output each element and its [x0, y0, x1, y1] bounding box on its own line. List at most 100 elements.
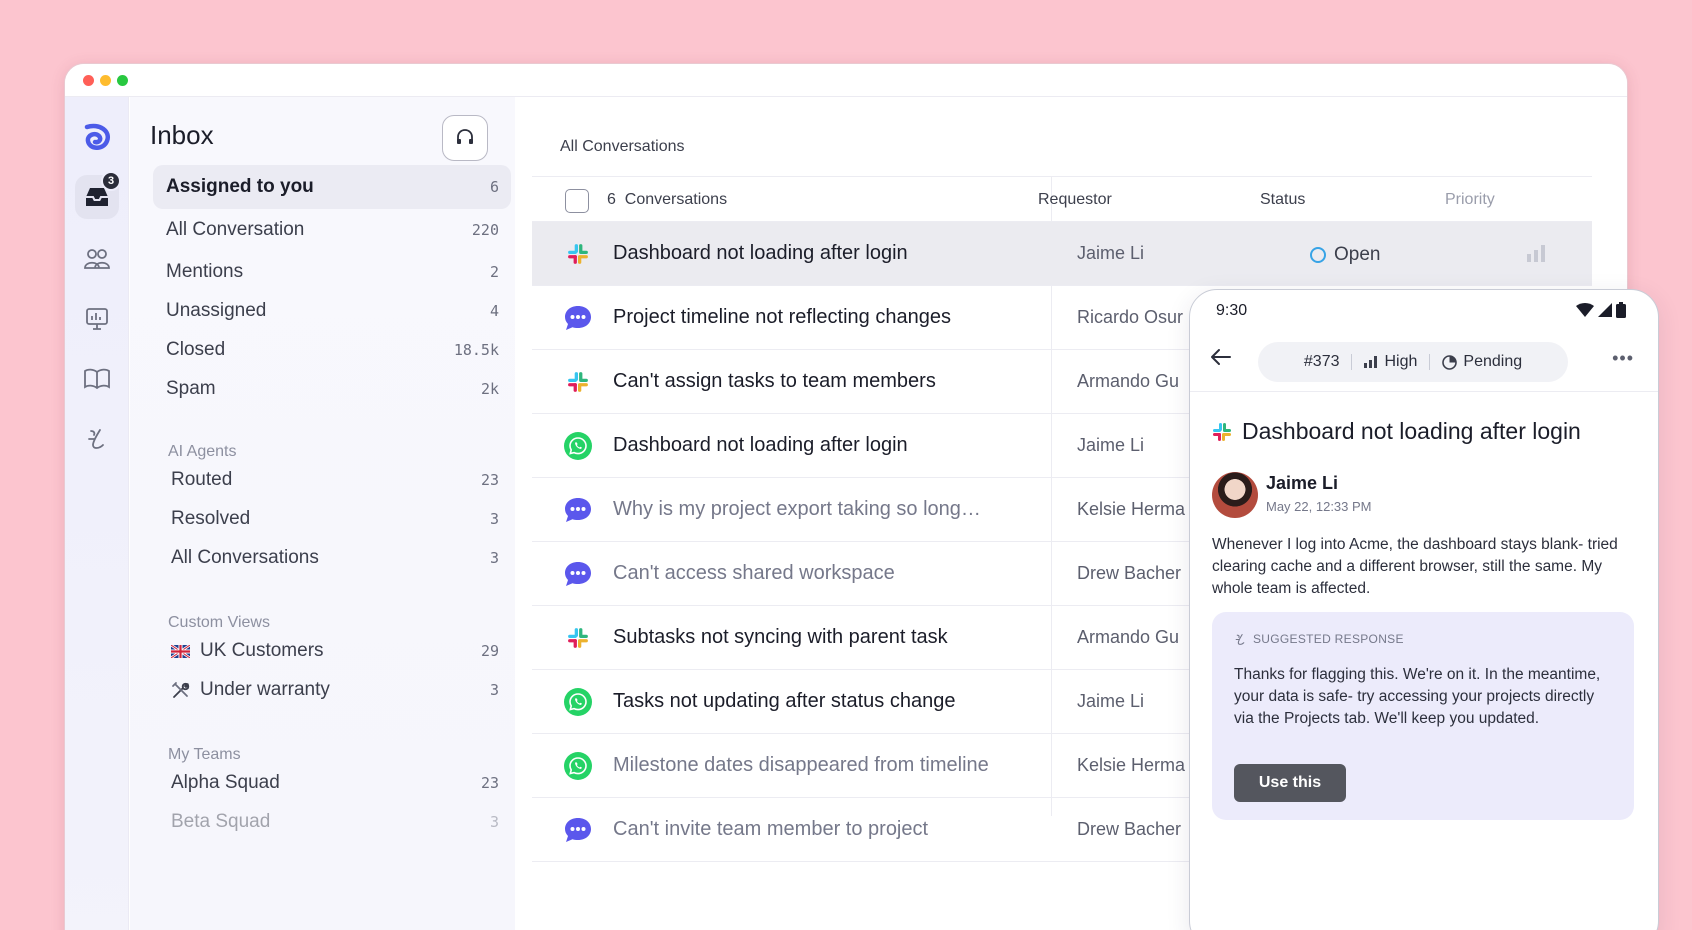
nav-label: Under warranty — [200, 679, 330, 700]
compose-button[interactable] — [442, 115, 488, 161]
ai-rail-button[interactable] — [75, 417, 119, 461]
reports-rail-button[interactable] — [75, 297, 119, 341]
nav-spam[interactable]: Spam 2k — [153, 367, 511, 411]
ticket-title-row: Dashboard not loading after login — [1212, 418, 1581, 445]
title-bar — [65, 64, 1627, 97]
count-value: 6 — [607, 191, 616, 208]
nav-count: 18.5k — [453, 341, 499, 359]
priority-bars-icon — [1364, 356, 1378, 368]
requestor-name: Armando Gu — [1077, 627, 1180, 647]
nav-resolved[interactable]: Resolved 3 — [158, 499, 511, 539]
requestor-name: Drew Bacher — [1077, 819, 1182, 839]
nav-label: Spam — [166, 378, 216, 399]
use-this-button[interactable]: Use this — [1234, 764, 1346, 802]
conversation-title: Project timeline not reflecting changes — [613, 306, 951, 328]
nav-count: 2k — [480, 380, 499, 398]
nav-under-warranty[interactable]: Under warranty 3 — [158, 670, 511, 710]
nav-label: Unassigned — [166, 300, 267, 321]
select-all-checkbox[interactable] — [565, 189, 589, 213]
pending-clock-icon — [1442, 354, 1458, 370]
back-arrow-icon[interactable] — [1210, 348, 1232, 366]
conversation-title: Subtasks not syncing with parent task — [613, 626, 948, 648]
more-options-icon[interactable]: ••• — [1612, 348, 1634, 369]
requestor-name: Jaime Li — [1077, 243, 1145, 263]
suggested-response-label: SUGGESTED RESPONSE — [1234, 632, 1404, 646]
nav-closed[interactable]: Closed 18.5k — [153, 328, 511, 372]
nav-routed[interactable]: Routed 23 — [158, 460, 511, 500]
nav-count: 3 — [489, 510, 499, 528]
section-custom-views: Custom Views — [168, 614, 270, 631]
suggested-label-text: SUGGESTED RESPONSE — [1253, 632, 1404, 646]
avatar — [1212, 472, 1258, 518]
whatsapp-channel — [563, 751, 593, 781]
chat-bubble-icon — [565, 562, 591, 586]
chat-bubble-icon — [565, 306, 591, 330]
priority-value: High — [1384, 353, 1418, 370]
contacts-rail-button[interactable] — [75, 237, 119, 281]
slack-icon — [568, 628, 588, 648]
inbox-rail-button[interactable]: 3 — [75, 171, 121, 219]
logo-icon — [84, 123, 111, 150]
nav-count: 3 — [489, 549, 499, 567]
message-date: May 22, 12:33 PM — [1266, 499, 1372, 514]
app-logo[interactable] — [75, 115, 119, 159]
ticket-status[interactable]: Pending — [1442, 353, 1522, 371]
priority-header: Priority — [1445, 191, 1495, 208]
table-header: 6 Conversations Requestor Status Priorit… — [532, 176, 1592, 222]
status-text: Open — [1334, 244, 1381, 265]
requestor-name: Kelsie Herma — [1077, 499, 1186, 519]
nav-label: All Conversation — [166, 219, 305, 240]
nav-label: UK Customers — [200, 640, 324, 661]
nav-count: 220 — [471, 221, 499, 239]
knowledge-rail-button[interactable] — [75, 357, 119, 401]
status-header: Status — [1260, 191, 1306, 208]
nav-all-conversation[interactable]: All Conversation 220 — [153, 208, 511, 252]
whatsapp-icon — [564, 752, 592, 780]
section-ai-agents: AI Agents — [168, 443, 237, 460]
battery-icon — [1616, 302, 1626, 318]
ticket-toolbar: #373 High Pending ••• — [1190, 330, 1658, 392]
whatsapp-icon — [564, 432, 592, 460]
conversations-header: Conversations — [624, 191, 728, 208]
nav-uk-customers[interactable]: UK Customers 29 — [158, 631, 511, 671]
phone-status-bar — [1576, 302, 1626, 318]
minimize-window-button[interactable] — [100, 75, 111, 86]
headset-icon — [457, 129, 473, 144]
tools-icon — [172, 681, 190, 698]
ticket-title: Dashboard not loading after login — [1242, 418, 1581, 444]
conversation-title: Can't access shared workspace — [613, 562, 895, 584]
nav-count: 3 — [489, 681, 499, 699]
uk-flag-icon — [171, 644, 190, 658]
nav-mentions[interactable]: Mentions 2 — [153, 250, 511, 294]
status-value: Pending — [1463, 353, 1523, 370]
nav-beta-squad[interactable]: Beta Squad 3 — [158, 802, 511, 842]
nav-count: 2 — [489, 263, 499, 281]
nav-assigned-to-you[interactable]: Assigned to you 6 — [153, 165, 511, 209]
conversation-title: Milestone dates disappeared from timelin… — [613, 754, 989, 776]
nav-all-conversations[interactable]: All Conversations 3 — [158, 538, 511, 578]
requestor-name: Jaime Li — [1077, 691, 1145, 711]
close-window-button[interactable] — [83, 75, 94, 86]
nav-label: Beta Squad — [171, 811, 271, 832]
nav-label: Mentions — [166, 261, 244, 282]
nav-label: Alpha Squad — [171, 772, 280, 793]
open-status-icon — [1310, 247, 1326, 263]
nav-unassigned[interactable]: Unassigned 4 — [153, 289, 511, 333]
nav-count: 4 — [489, 302, 499, 320]
conversation-title: Dashboard not loading after login — [613, 242, 908, 264]
nav-count: 23 — [480, 471, 499, 489]
chat-channel — [563, 559, 593, 589]
requestor-name: Ricardo Osur — [1077, 307, 1184, 327]
nav-alpha-squad[interactable]: Alpha Squad 23 — [158, 763, 511, 803]
page-title: Inbox — [150, 120, 214, 150]
nav-count: 23 — [480, 774, 499, 792]
ticket-meta-pill: #373 High Pending — [1258, 342, 1568, 382]
ticket-priority[interactable]: High — [1364, 353, 1417, 371]
book-icon — [84, 368, 110, 390]
table-row[interactable]: Dashboard not loading after login Jaime L… — [532, 222, 1592, 286]
wifi-icon — [1576, 303, 1594, 317]
maximize-window-button[interactable] — [117, 75, 128, 86]
nav-label: Closed — [166, 339, 226, 360]
conversation-title: Tasks not updating after status change — [613, 690, 956, 712]
requestor-name: Drew Bacher — [1077, 563, 1182, 583]
